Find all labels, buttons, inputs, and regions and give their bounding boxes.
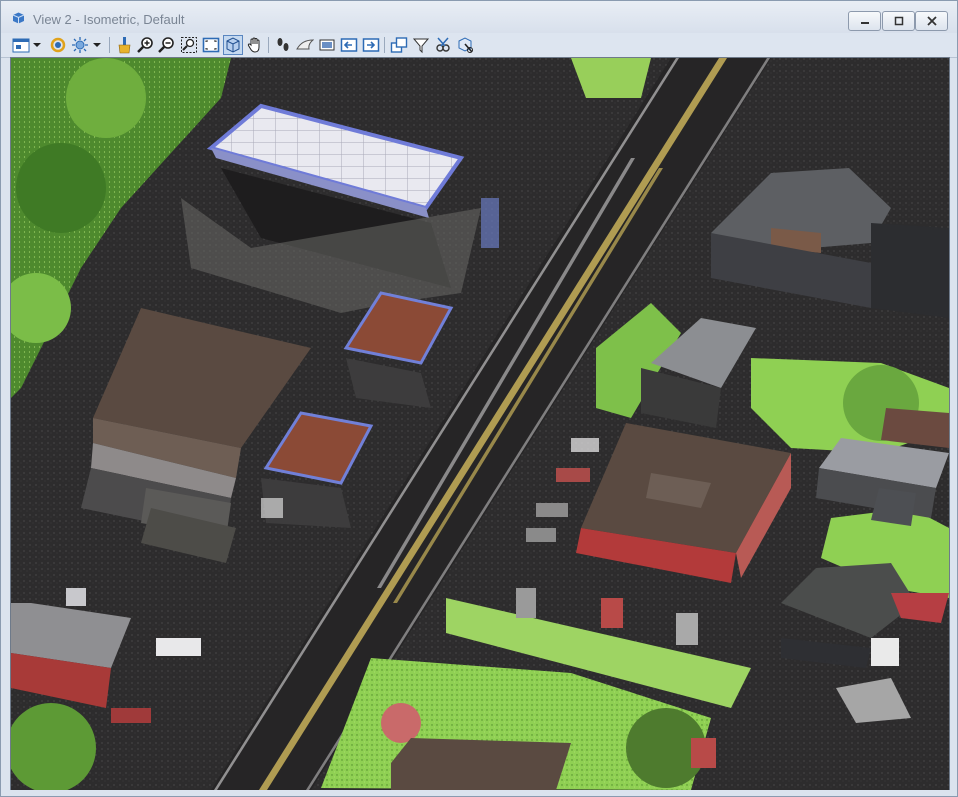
roof-bottom-center — [391, 738, 571, 790]
view-window: View 2 - Isometric, Default — [0, 0, 958, 797]
toolbar-separator — [268, 37, 269, 53]
view-attributes-dropdown[interactable] — [32, 36, 42, 54]
restore-icon — [894, 16, 903, 26]
fly-icon — [296, 39, 314, 50]
fit-view-icon — [202, 37, 220, 53]
clear-clip-icon — [458, 37, 473, 53]
dropdown-arrow-icon — [93, 43, 101, 47]
window-bottom-edge — [1, 790, 957, 796]
view-attributes-button[interactable] — [12, 36, 30, 54]
walk-footsteps-icon — [277, 38, 289, 51]
clip-mask-icon — [436, 37, 450, 52]
clip-volume-button[interactable] — [412, 36, 430, 54]
toolbar-separator — [109, 37, 110, 53]
zoom-in-icon — [137, 37, 153, 53]
minimize-button[interactable] — [848, 11, 881, 31]
brush-icon — [118, 37, 131, 54]
pan-button[interactable] — [246, 36, 264, 54]
walk-button[interactable] — [274, 36, 292, 54]
flower-bush — [381, 703, 421, 743]
minimize-icon — [860, 22, 869, 24]
zoom-in-button[interactable] — [137, 36, 155, 54]
copy-view-button[interactable] — [390, 36, 408, 54]
close-button[interactable] — [915, 11, 948, 31]
clear-clip-button[interactable] — [456, 36, 474, 54]
zoom-out-icon — [158, 37, 174, 53]
view-camera-icon — [319, 39, 335, 51]
copy-view-icon — [390, 37, 408, 53]
rotate-view-icon — [50, 37, 66, 53]
rotate-view-button[interactable] — [49, 36, 67, 54]
close-icon — [926, 16, 937, 26]
window-area-button[interactable] — [180, 36, 198, 54]
zoom-out-button[interactable] — [158, 36, 176, 54]
previous-view-button[interactable] — [340, 36, 358, 54]
toolbar-separator — [384, 37, 385, 53]
rotate-3d-cube-button[interactable] — [223, 35, 243, 55]
next-view-icon — [362, 38, 380, 52]
light-source-icon — [72, 37, 88, 53]
light-source-button[interactable] — [71, 36, 89, 54]
view-toolbar — [1, 33, 957, 58]
rotate-3d-cube-icon — [226, 37, 240, 53]
window-title: View 2 - Isometric, Default — [33, 12, 185, 27]
maximize-button[interactable] — [882, 11, 915, 31]
dropdown-arrow-icon — [33, 43, 41, 47]
point-cloud-viewport[interactable] — [10, 57, 950, 791]
point-cloud-scene — [11, 58, 949, 790]
next-view-button[interactable] — [362, 36, 380, 54]
window-area-icon — [181, 37, 197, 53]
clip-mask-button[interactable] — [434, 36, 452, 54]
light-source-dropdown[interactable] — [92, 36, 102, 54]
view-attributes-icon — [12, 38, 30, 53]
previous-view-icon — [340, 38, 358, 52]
clip-volume-icon — [412, 38, 430, 54]
small-building-right — [871, 488, 916, 526]
brush-button[interactable] — [115, 36, 133, 54]
fly-button[interactable] — [296, 36, 314, 54]
fit-view-button[interactable] — [202, 36, 220, 54]
app-cube-icon — [12, 12, 25, 24]
view-camera-button[interactable] — [318, 36, 336, 54]
pan-hand-icon — [247, 37, 260, 53]
price-sign — [481, 198, 499, 248]
title-bar[interactable]: View 2 - Isometric, Default — [1, 1, 957, 33]
